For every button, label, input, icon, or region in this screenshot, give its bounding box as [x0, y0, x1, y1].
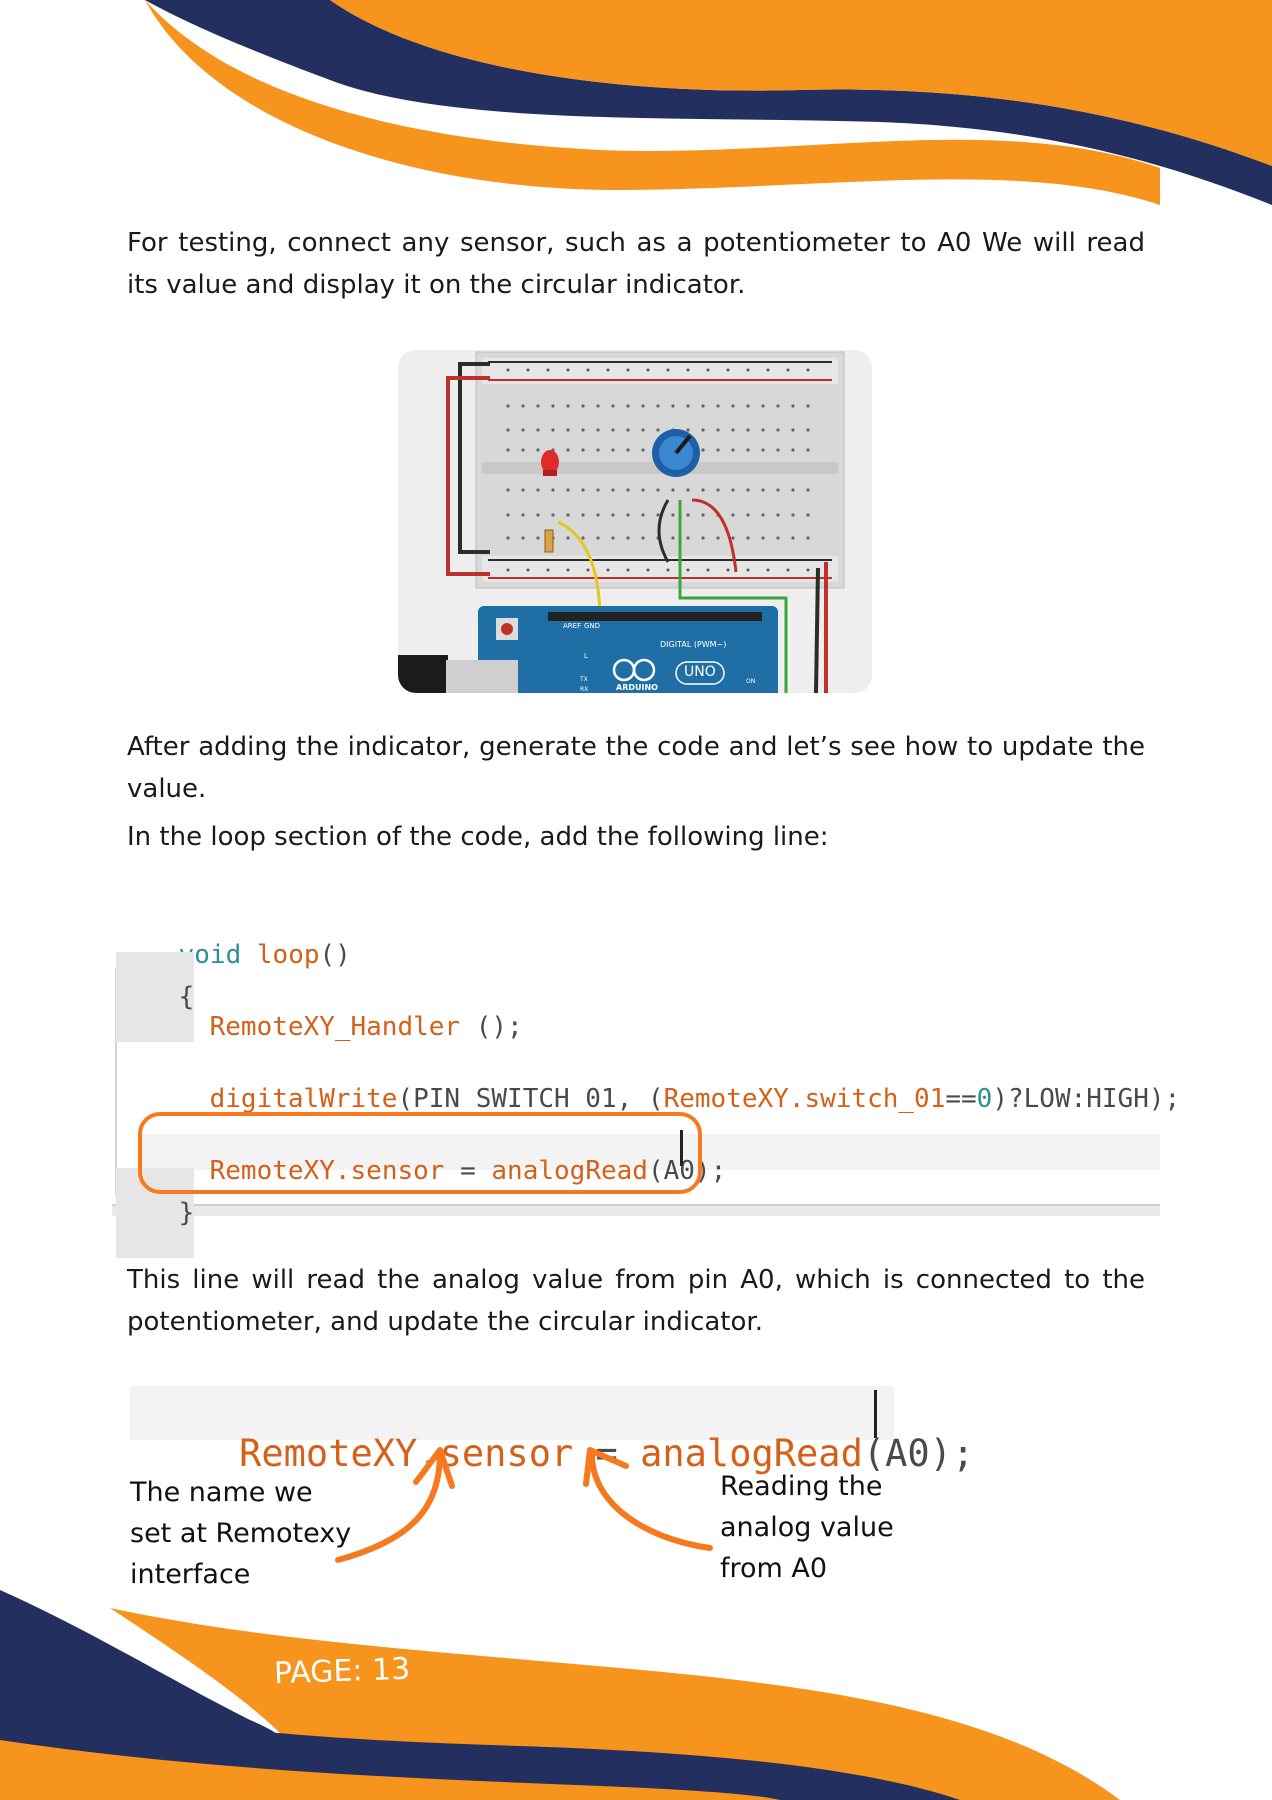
annotation-left-line-3: interface: [130, 1559, 251, 1590]
board-uno-label: UNO: [684, 664, 716, 680]
code-dw-field: .switch_01: [788, 1084, 946, 1114]
code-parens: (): [319, 940, 351, 970]
code-handler-name: RemoteXY_Handler: [209, 1012, 461, 1042]
top-wave-decoration: [145, 0, 1272, 205]
annotation-right-line-3: from A0: [720, 1553, 828, 1584]
board-gnd-label: GND: [584, 622, 601, 630]
zoomed-text-cursor: [874, 1390, 877, 1438]
annotation-name-label: The name we set at Remotexy interface: [130, 1472, 351, 1595]
board-aref-label: AREF: [563, 622, 582, 630]
board-on-label: ON: [746, 678, 756, 685]
code-fn-loop: loop: [256, 940, 320, 970]
code-highlight-outline: [138, 1112, 702, 1194]
intro-paragraph: For testing, connect any sensor, such as…: [127, 228, 1145, 300]
board-l-label: L: [584, 652, 588, 660]
board-digital-header-label: DIGITAL (PWM~): [660, 640, 727, 649]
right-arrow-curve: [588, 1449, 713, 1551]
annotation-right-line-1: Reading the: [720, 1471, 883, 1502]
code-handler-rest: ();: [460, 1012, 523, 1042]
code-dw-eq: ==: [945, 1084, 977, 1114]
bottom-wave-decoration: [0, 1590, 1120, 1800]
circuit-diagram-image: AREF GND DIGITAL (PWM~) L UNO ON TX RX A…: [398, 350, 872, 693]
annotation-reading-label: Reading the analog value from A0: [720, 1466, 894, 1589]
code-dw-tail: )?LOW:HIGH);: [992, 1084, 1181, 1114]
annotation-arrows: [335, 1447, 713, 1563]
zoomed-code-line: RemoteXY.sensor = analogRead(A0);: [130, 1386, 974, 1475]
annotation-right-line-2: analog value: [720, 1512, 894, 1543]
code-block: void loop() { RemoteXY_Handler (); digit…: [112, 898, 1180, 1258]
explanation-paragraph: This line will read the analog value fro…: [127, 1265, 1145, 1337]
board-rx-label: RX: [580, 686, 589, 693]
board-brand-label: ARDUINO: [616, 683, 658, 692]
code-dw-name: digitalWrite: [209, 1084, 398, 1114]
generate-code-paragraph: After adding the indicator, generate the…: [127, 732, 1145, 804]
code-dw-zero: 0: [976, 1084, 993, 1114]
loop-instruction-paragraph: In the loop section of the code, add the…: [127, 822, 829, 852]
code-brace-close-char: }: [178, 1198, 195, 1228]
code-dw-open: (PIN_SWITCH_01, (: [397, 1084, 664, 1114]
annotation-left-line-1: The name we: [130, 1477, 313, 1508]
page-number-label: PAGE: 13: [273, 1651, 411, 1692]
board-tx-label: TX: [580, 676, 588, 683]
code-dw-obj: RemoteXY: [663, 1084, 789, 1114]
annotation-left-line-2: set at Remotexy: [130, 1518, 352, 1549]
